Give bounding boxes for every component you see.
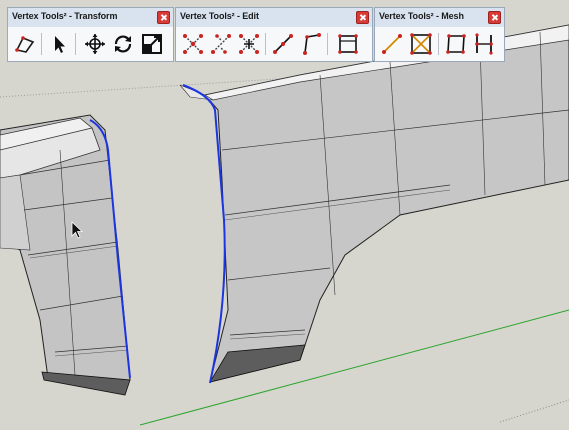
toolbar-transform-titlebar[interactable]: Vertex Tools² - Transform xyxy=(8,8,173,28)
model-scene[interactable] xyxy=(0,0,569,430)
close-icon[interactable] xyxy=(488,11,501,24)
connect-vertices-icon[interactable] xyxy=(380,32,404,56)
toolbar-transform-title: Vertex Tools² - Transform xyxy=(12,11,118,21)
close-icon[interactable] xyxy=(356,11,369,24)
toolbar-mesh-title: Vertex Tools² - Mesh xyxy=(379,11,464,21)
insert-loop-icon[interactable] xyxy=(472,32,496,56)
merge-vertices-icon[interactable] xyxy=(181,32,205,56)
scale-icon[interactable] xyxy=(140,32,164,56)
toolbar-edit[interactable]: Vertex Tools² - Edit xyxy=(175,7,373,62)
toolbar-edit-title: Vertex Tools² - Edit xyxy=(180,11,259,21)
weld-icon[interactable] xyxy=(237,32,261,56)
move-icon[interactable] xyxy=(83,32,107,56)
toolbar-edit-titlebar[interactable]: Vertex Tools² - Edit xyxy=(176,8,372,28)
close-icon[interactable] xyxy=(157,11,170,24)
rotate-icon[interactable] xyxy=(111,32,135,56)
soft-select-icon[interactable] xyxy=(13,32,37,56)
toolbar-mesh[interactable]: Vertex Tools² - Mesh xyxy=(374,7,505,62)
toolbar-mesh-titlebar[interactable]: Vertex Tools² - Mesh xyxy=(375,8,504,28)
quad-face-icon[interactable] xyxy=(444,32,468,56)
merge-selected-icon[interactable] xyxy=(209,32,233,56)
quad-connect-icon[interactable] xyxy=(336,32,360,56)
triangulate-quad-icon[interactable] xyxy=(409,32,433,56)
bend-edge-icon[interactable] xyxy=(299,32,323,56)
split-edge-icon[interactable] xyxy=(271,32,295,56)
select-arrow-icon[interactable] xyxy=(47,32,71,56)
modeling-viewport[interactable] xyxy=(0,0,569,430)
toolbar-transform[interactable]: Vertex Tools² - Transform xyxy=(7,7,174,62)
